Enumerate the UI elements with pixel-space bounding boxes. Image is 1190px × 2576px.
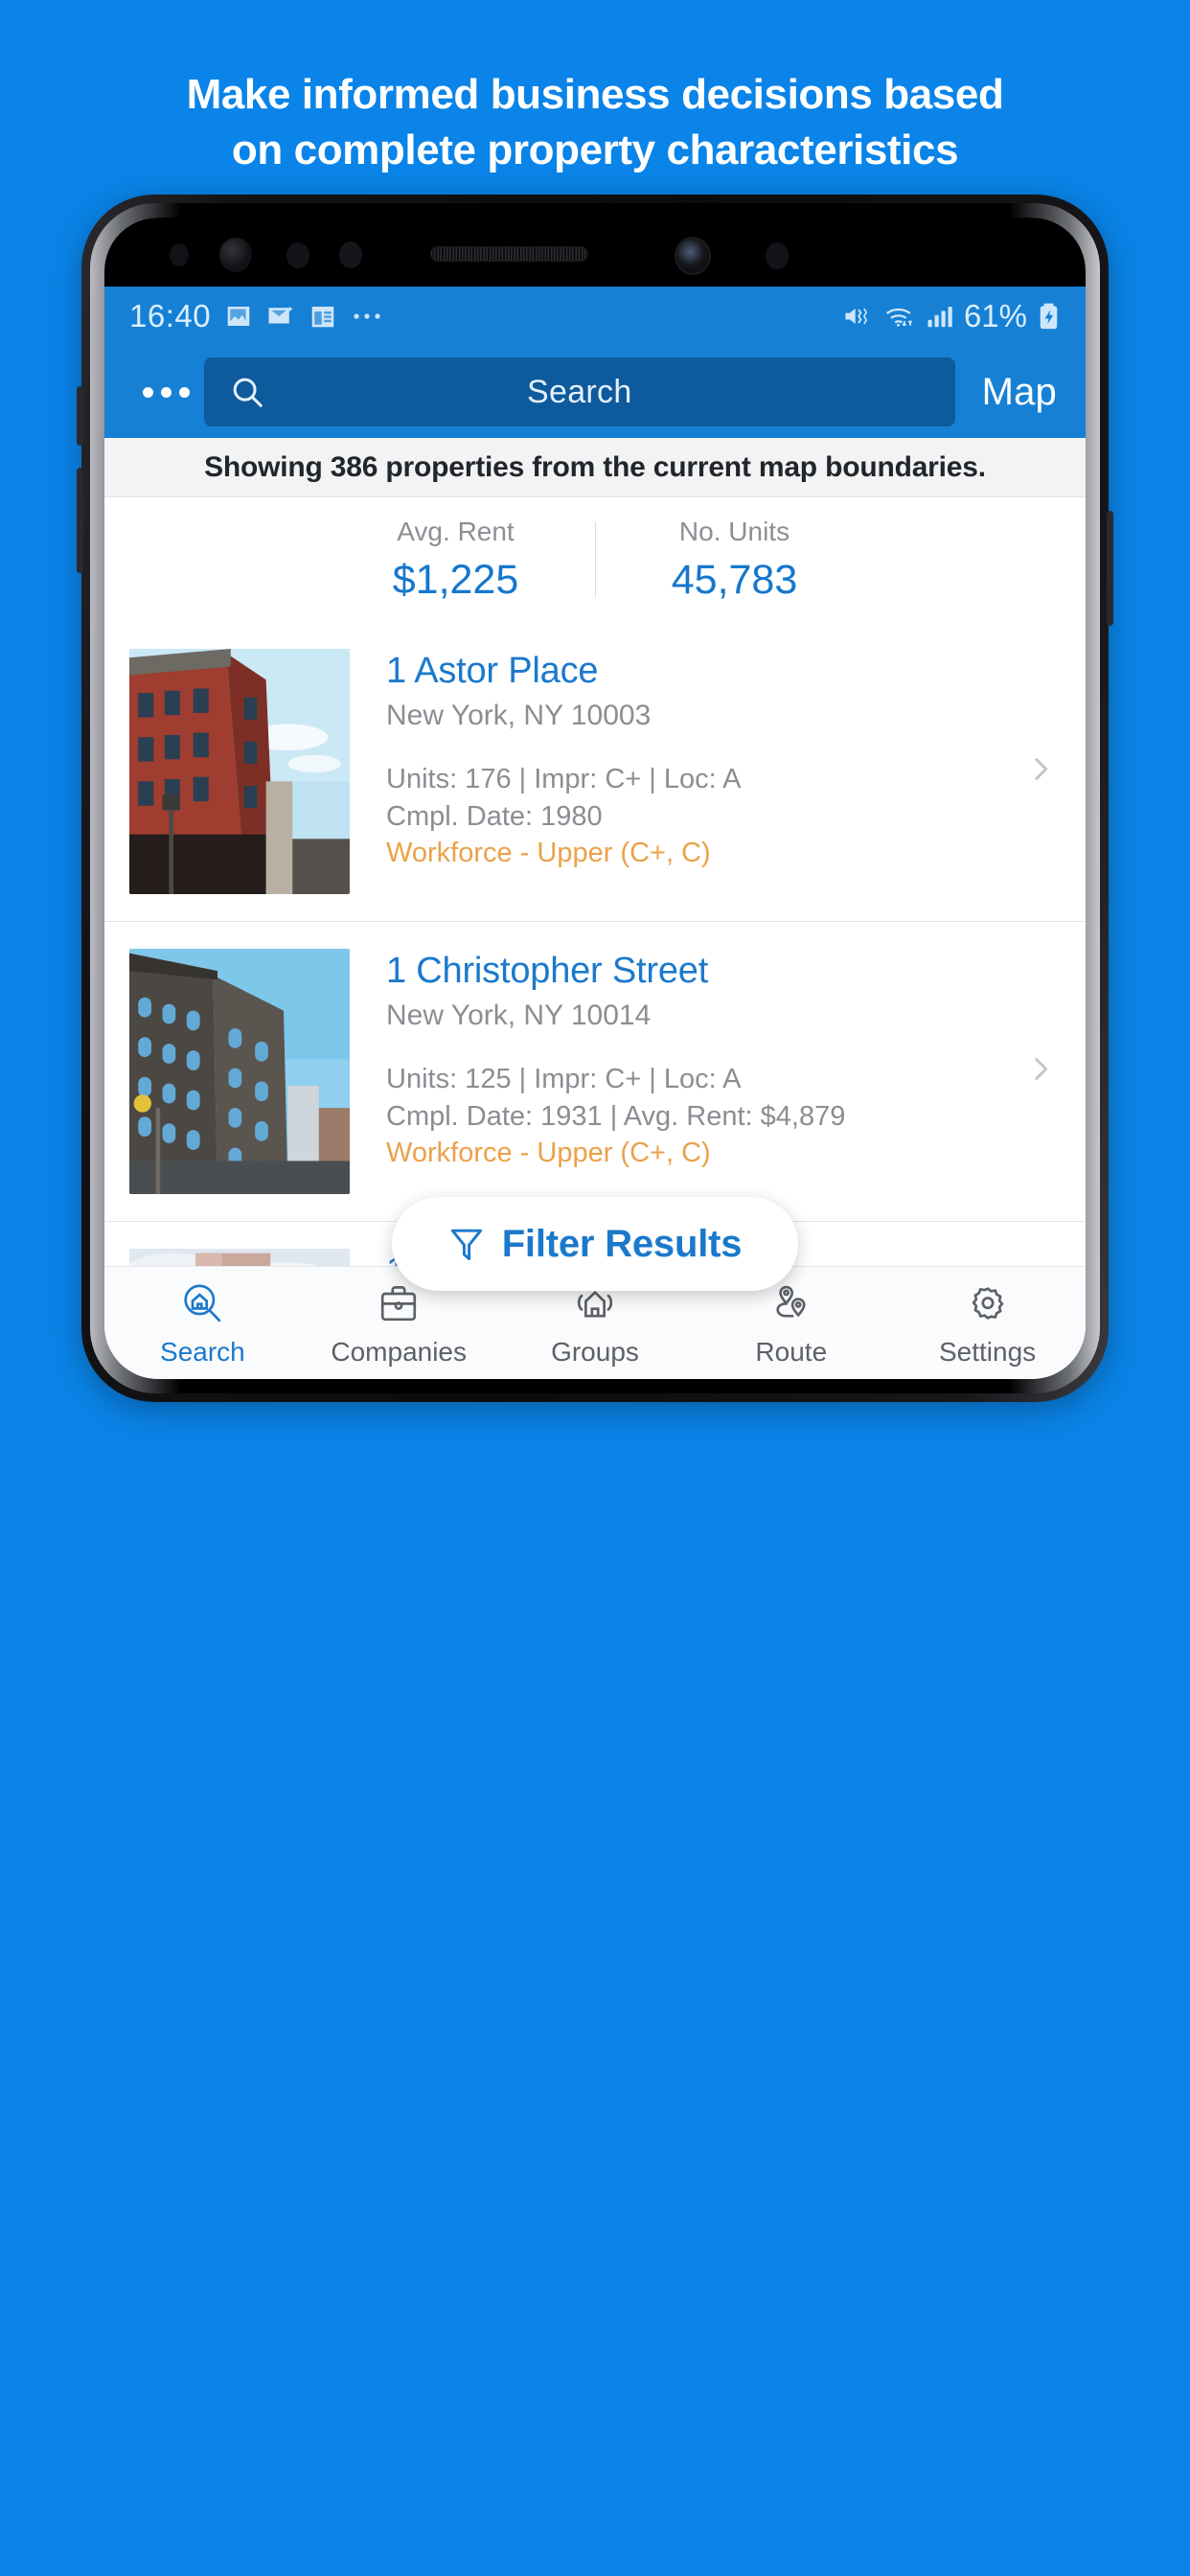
phone-mockup: 16:40 61% Search Map Showing 386 propert…: [77, 195, 1113, 1402]
nav-item-route[interactable]: Route: [693, 1279, 889, 1368]
overflow-dot: [178, 386, 190, 398]
search-home-icon: [184, 1283, 221, 1322]
front-camera: [676, 239, 709, 273]
image-icon: [227, 307, 250, 326]
nav-label: Search: [160, 1336, 245, 1367]
headline-line-2: on complete property characteristics: [231, 126, 959, 174]
overflow-dot: [160, 386, 172, 398]
light-sensor: [286, 242, 309, 268]
stat-label: Avg. Rent: [397, 516, 515, 546]
page-headline: Make informed business decisions based o…: [0, 67, 1190, 178]
phone-top-bezel: [104, 218, 1086, 287]
property-address: New York, NY 10014: [386, 1000, 652, 1032]
led-indicator: [339, 242, 362, 268]
property-thumbnail: [129, 949, 350, 1194]
overflow-menu-button[interactable]: [129, 386, 202, 398]
battery-percent: 61%: [963, 298, 1027, 334]
overflow-dots-icon: [354, 313, 380, 319]
property-meta-line-1: Units: 176 | Impr: C+ | Loc: A: [386, 764, 742, 795]
nav-item-settings[interactable]: Settings: [889, 1279, 1086, 1368]
property-meta: Units: 176 | Impr: C+ | Loc: A Cmpl. Dat…: [386, 761, 1018, 871]
property-title[interactable]: 1 Astor Place: [386, 649, 1018, 693]
gear-icon: [972, 1286, 1004, 1320]
dark-brick-highrise-photo: [129, 949, 350, 1194]
search-input[interactable]: Search: [204, 357, 955, 426]
headline-line-1: Make informed business decisions based: [186, 71, 1004, 118]
email-icon: [268, 307, 293, 324]
earpiece-speaker: [430, 246, 588, 262]
mute-vibrate-icon: [845, 308, 868, 325]
nav-item-groups[interactable]: Groups: [497, 1279, 694, 1368]
property-thumbnail: [129, 649, 350, 894]
stat-avg-rent: Avg. Rent $1,225: [317, 517, 595, 604]
property-title[interactable]: 1 Christopher Street: [386, 949, 1018, 993]
map-toggle-button[interactable]: Map: [961, 371, 1061, 414]
summary-stats: Avg. Rent $1,225 No. Units 45,783: [104, 497, 1086, 622]
iris-scanner: [219, 238, 252, 272]
calendar-icon: [311, 307, 334, 328]
nav-label: Groups: [551, 1336, 639, 1367]
secondary-sensor: [766, 242, 789, 269]
property-meta-line-2: Cmpl. Date: 1980: [386, 800, 603, 832]
stat-value: $1,225: [392, 556, 519, 603]
android-status-bar: 16:40 61%: [104, 287, 1086, 346]
twin-tower-apartments-photo: [129, 1249, 350, 1266]
briefcase-icon: [381, 1285, 417, 1321]
list-item[interactable]: 1 Christopher Street New York, NY 10014 …: [104, 922, 1086, 1222]
property-info: 1 Christopher Street New York, NY 10014 …: [350, 949, 1086, 1171]
chevron-right-icon[interactable]: [1024, 1053, 1057, 1091]
property-meta-line-2: Cmpl. Date: 1931 | Avg. Rent: $4,879: [386, 1100, 846, 1132]
chevron-right-icon[interactable]: [1024, 753, 1057, 791]
search-placeholder: Search: [527, 373, 632, 410]
phone-screen: 16:40 61% Search Map Showing 386 propert…: [104, 218, 1086, 1379]
stat-value: 45,783: [671, 556, 798, 603]
property-classification: Workforce - Upper (C+, C): [386, 1137, 711, 1168]
status-time: 16:40: [129, 298, 212, 334]
property-thumbnail: [129, 1249, 350, 1266]
wifi-icon: [885, 308, 913, 327]
property-info: 1 Astor Place New York, NY 10003 Units: …: [350, 649, 1086, 871]
overflow-dot: [142, 386, 153, 398]
proximity-sensor: [170, 243, 189, 266]
stat-no-units: No. Units 45,783: [596, 517, 874, 604]
nav-item-companies[interactable]: Companies: [301, 1279, 497, 1368]
route-pins-icon: [776, 1285, 806, 1318]
property-address: New York, NY 10003: [386, 700, 652, 732]
nav-item-search[interactable]: Search: [104, 1279, 301, 1368]
property-list[interactable]: 1 Astor Place New York, NY 10003 Units: …: [104, 622, 1086, 1266]
filter-results-button[interactable]: Filter Results: [392, 1197, 798, 1291]
nav-label: Settings: [939, 1336, 1037, 1367]
battery-charging-icon: [1040, 303, 1058, 330]
search-icon: [233, 378, 263, 407]
filter-results-label: Filter Results: [501, 1222, 743, 1265]
red-brick-corner-building-photo: [129, 649, 350, 894]
results-notice: Showing 386 properties from the current …: [104, 438, 1086, 497]
funnel-filter-icon: [450, 1229, 482, 1261]
list-item[interactable]: 1 Astor Place New York, NY 10003 Units: …: [104, 622, 1086, 922]
nav-label: Companies: [331, 1336, 468, 1367]
stat-label: No. Units: [678, 516, 790, 546]
property-meta-line-1: Units: 125 | Impr: C+ | Loc: A: [386, 1064, 742, 1095]
property-meta: Units: 125 | Impr: C+ | Loc: A Cmpl. Dat…: [386, 1061, 1018, 1171]
nav-label: Route: [755, 1336, 828, 1367]
volume-up-button[interactable]: [77, 386, 83, 446]
volume-down-button[interactable]: [77, 468, 83, 573]
power-button[interactable]: [1107, 511, 1113, 626]
app-header-bar: Search Map: [104, 346, 1086, 438]
property-classification: Workforce - Upper (C+, C): [386, 837, 711, 868]
cellular-signal-icon: [927, 307, 952, 328]
